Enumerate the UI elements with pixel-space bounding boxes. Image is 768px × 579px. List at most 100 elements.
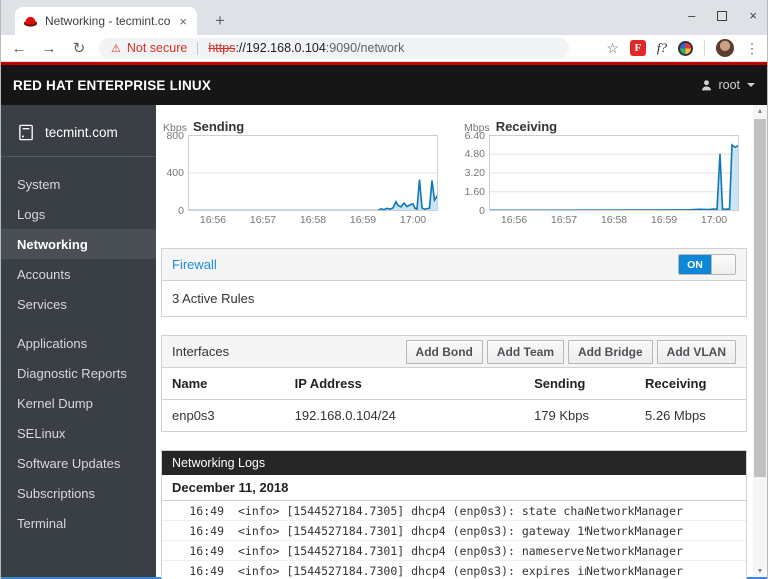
minimize-icon[interactable]: –: [688, 8, 695, 23]
traffic-charts: Kbps Sending 0 400 800 16:56 16:57 16:58 16:5…: [161, 119, 747, 226]
log-time: 16:49: [189, 543, 224, 558]
sidebar-item-software-updates[interactable]: Software Updates: [1, 448, 156, 478]
colorwheel-extension-icon[interactable]: [678, 40, 693, 56]
sidebar-item-diagnostic-reports[interactable]: Diagnostic Reports: [1, 358, 156, 388]
new-tab-button[interactable]: +: [209, 7, 231, 35]
add-bond-button[interactable]: Add Bond: [405, 339, 483, 364]
reload-icon[interactable]: ↻: [69, 39, 89, 57]
tab-strip: Networking - tecmint.com × + – ×: [1, 0, 767, 35]
receiving-x-axis: 16:56 16:57 16:58 16:59 17:00: [500, 214, 728, 226]
column-header-name: Name: [162, 368, 285, 400]
sidebar-item-services[interactable]: Services: [1, 289, 156, 319]
interfaces-table: Name IP Address Sending Receiving enp0s3…: [162, 368, 746, 431]
close-icon[interactable]: ×: [749, 8, 757, 23]
sidebar-item-networking[interactable]: Networking: [1, 229, 156, 259]
username: root: [718, 78, 740, 92]
log-service: NetworkManager: [586, 503, 683, 518]
log-row[interactable]: 16:49 <info> [1544527184.7305] dhcp4 (en…: [162, 501, 746, 521]
log-message: <info> [1544527184.7305] dhcp4 (enp0s3):…: [238, 503, 586, 518]
sidebar-item-accounts[interactable]: Accounts: [1, 259, 156, 289]
sidebar-item-terminal[interactable]: Terminal: [1, 508, 156, 538]
redhat-favicon-icon: [23, 14, 38, 29]
scrollbar-thumb[interactable]: [754, 119, 766, 477]
browser-toolbar: ← → ↻ ⚠ Not secure https://192.168.0.104…: [1, 35, 767, 62]
maximize-icon[interactable]: [717, 10, 728, 21]
omnibox-divider: [197, 41, 199, 55]
add-team-button[interactable]: Add Team: [486, 339, 564, 364]
interface-receiving: 5.26 Mbps: [645, 408, 706, 423]
log-row[interactable]: 16:49 <info> [1544527184.7300] dhcp4 (en…: [162, 561, 746, 579]
sidebar-item-kernel-dump[interactable]: Kernel Dump: [1, 388, 156, 418]
host-selector[interactable]: tecmint.com: [1, 105, 156, 156]
column-header-sending: Sending: [524, 368, 636, 400]
log-message: <info> [1544527184.7301] dhcp4 (enp0s3):…: [238, 523, 586, 538]
flipboard-extension-icon[interactable]: F: [629, 40, 646, 56]
not-secure-warning-icon[interactable]: ⚠: [111, 42, 121, 55]
tab-close-icon[interactable]: ×: [177, 14, 189, 29]
logs-date: December 11, 2018: [162, 475, 746, 501]
url-host: ://192.168.0.104: [235, 41, 326, 55]
browser-tab[interactable]: Networking - tecmint.com ×: [15, 7, 197, 35]
fontquestion-extension-icon[interactable]: f?: [657, 40, 667, 56]
column-header-receiving: Receiving: [635, 368, 746, 400]
log-row[interactable]: 16:49 <info> [1544527184.7301] dhcp4 (en…: [162, 521, 746, 541]
firewall-link[interactable]: Firewall: [172, 257, 217, 272]
scroll-up-icon[interactable]: ▲: [753, 105, 767, 117]
browser-menu-icon[interactable]: ⋮: [745, 40, 759, 57]
log-service: NetworkManager: [586, 543, 683, 558]
add-bridge-button[interactable]: Add Bridge: [568, 339, 653, 364]
url-protocol: https: [208, 41, 236, 55]
log-time: 16:49: [189, 563, 224, 578]
networking-logs-card: Networking Logs December 11, 2018 16:49 …: [161, 450, 747, 579]
forward-icon[interactable]: →: [39, 40, 59, 57]
not-secure-label[interactable]: Not secure: [127, 41, 187, 55]
profile-avatar[interactable]: [716, 39, 734, 57]
back-icon[interactable]: ←: [9, 40, 29, 57]
url-text[interactable]: https://192.168.0.104:9090/network: [208, 41, 404, 55]
app-body: tecmint.com System Logs Networking Accou…: [1, 105, 767, 579]
brand-title: RED HAT ENTERPRISE LINUX: [13, 77, 212, 93]
receiving-y-axis: 0 1.60 3.20 4.80 6.40: [464, 129, 485, 217]
interfaces-card: Interfaces Add Bond Add Team Add Bridge …: [161, 335, 747, 432]
app-header: RED HAT ENTERPRISE LINUX root: [1, 62, 767, 105]
chevron-down-icon: [747, 83, 755, 87]
sending-chart-title: Sending: [192, 119, 245, 134]
log-message: <info> [1544527184.7300] dhcp4 (enp0s3):…: [238, 563, 586, 578]
sidebar-item-system[interactable]: System: [1, 169, 156, 199]
server-icon: [19, 124, 33, 141]
page-scrollbar[interactable]: ▲ ▼: [753, 105, 767, 577]
sidebar-item-logs[interactable]: Logs: [1, 199, 156, 229]
sidebar-item-selinux[interactable]: SELinux: [1, 418, 156, 448]
log-time: 16:49: [189, 523, 224, 538]
log-row[interactable]: 16:49 <info> [1544527184.7301] dhcp4 (en…: [162, 541, 746, 561]
log-message: <info> [1544527184.7301] dhcp4 (enp0s3):…: [238, 543, 586, 558]
log-time: 16:49: [189, 503, 224, 518]
sending-chart: Kbps Sending 0 400 800 16:56 16:57 16:58 16:5…: [161, 119, 438, 226]
receiving-chart-title: Receiving: [495, 119, 558, 134]
receiving-plot: [489, 135, 739, 211]
firewall-toggle[interactable]: ON: [678, 254, 736, 275]
sending-y-axis: 0 400 800: [166, 129, 184, 217]
interfaces-title: Interfaces: [172, 344, 230, 359]
url-path: :9090/network: [325, 41, 405, 55]
column-header-ip: IP Address: [284, 368, 525, 400]
user-menu[interactable]: root: [700, 78, 755, 92]
log-service: NetworkManager: [586, 563, 683, 578]
bookmark-star-icon[interactable]: ☆: [606, 40, 619, 57]
cockpit-app: RED HAT ENTERPRISE LINUX root tecmint.co…: [1, 62, 767, 579]
firewall-toggle-knob: [711, 255, 735, 274]
scroll-down-icon[interactable]: ▼: [753, 565, 767, 577]
host-name: tecmint.com: [45, 125, 118, 140]
sidebar: tecmint.com System Logs Networking Accou…: [1, 105, 156, 577]
table-row[interactable]: enp0s3 192.168.0.104/24 179 Kbps 5.26 Mb…: [162, 400, 746, 432]
sidebar-divider: [1, 156, 156, 157]
log-service: NetworkManager: [586, 523, 683, 538]
sidebar-item-subscriptions[interactable]: Subscriptions: [1, 478, 156, 508]
interface-ip: 192.168.0.104/24: [294, 408, 396, 423]
address-bar[interactable]: ⚠ Not secure https://192.168.0.104:9090/…: [99, 37, 569, 59]
sidebar-item-applications[interactable]: Applications: [1, 328, 156, 358]
browser-window: Networking - tecmint.com × + – × ← → ↻ ⚠…: [0, 0, 768, 579]
add-vlan-button[interactable]: Add VLAN: [656, 339, 736, 364]
toolbar-right: ☆ F f? ⋮: [606, 39, 759, 57]
scrollbar-track[interactable]: [753, 117, 767, 565]
